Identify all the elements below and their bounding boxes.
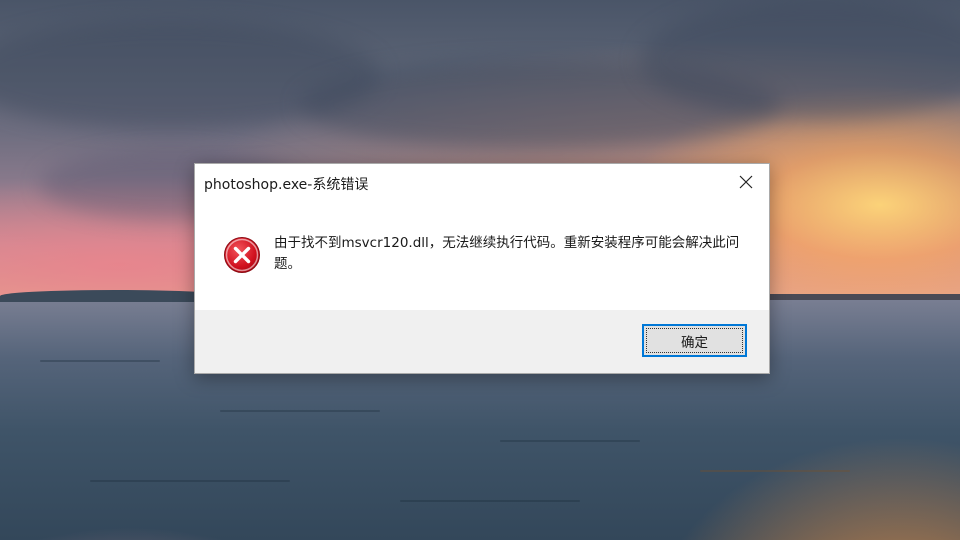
- wallpaper-ripple: [40, 360, 160, 362]
- ok-button-label: 确定: [681, 334, 708, 351]
- wallpaper-horizon: [760, 294, 960, 300]
- error-message: 由于找不到msvcr120.dll，无法继续执行代码。重新安装程序可能会解决此问…: [274, 235, 740, 272]
- wallpaper-ripple: [220, 410, 380, 412]
- wallpaper-ripple: [700, 470, 850, 472]
- close-button[interactable]: [723, 164, 769, 200]
- error-dialog: photoshop.exe-系统错误 由于找不到msvcr120.dll，无法继…: [194, 163, 770, 374]
- wallpaper-ripple: [90, 480, 290, 482]
- dialog-body: 由于找不到msvcr120.dll，无法继续执行代码。重新安装程序可能会解决此问…: [195, 202, 769, 310]
- error-icon: [224, 237, 260, 273]
- wallpaper-ripple: [400, 500, 580, 502]
- dialog-footer: 确定: [195, 310, 769, 373]
- ok-button[interactable]: 确定: [642, 324, 747, 357]
- dialog-titlebar[interactable]: photoshop.exe-系统错误: [195, 164, 769, 202]
- close-icon: [739, 175, 753, 189]
- wallpaper-ripple: [500, 440, 640, 442]
- dialog-title: photoshop.exe-系统错误: [204, 177, 369, 193]
